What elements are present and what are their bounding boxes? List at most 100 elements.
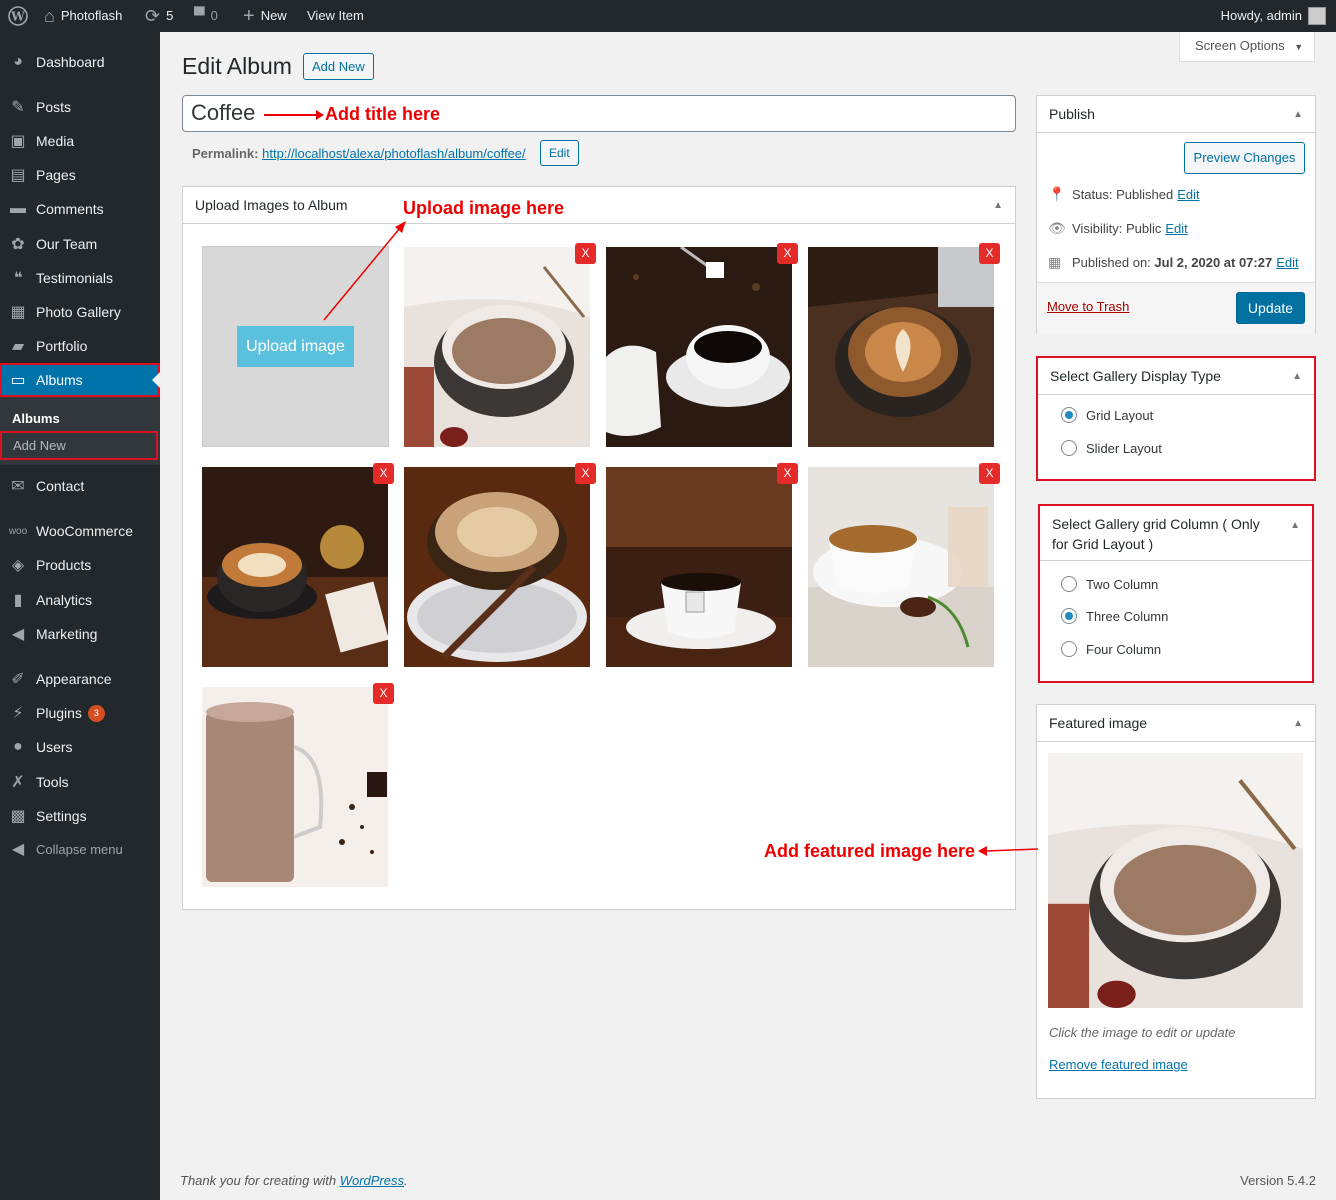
collapse-menu-button[interactable]: ◀ Collapse menu <box>0 832 160 866</box>
sidebar-item-albums[interactable]: ▭ Albums <box>0 363 160 397</box>
comments-link[interactable]: ▀ 0 <box>194 0 218 32</box>
remove-featured-image-link[interactable]: Remove featured image <box>1049 1057 1188 1072</box>
sidebar-item-analytics[interactable]: ▮ Analytics <box>0 583 160 617</box>
featured-image-header[interactable]: Featured image ▲ <box>1037 705 1315 742</box>
delete-image-3-button[interactable]: X <box>979 243 1000 264</box>
preview-changes-button[interactable]: Preview Changes <box>1184 142 1305 174</box>
updates-link[interactable]: ⟳ 5 <box>145 0 173 32</box>
radio-button[interactable] <box>1061 641 1077 657</box>
gallery-image-6[interactable] <box>606 467 792 667</box>
permalink-edit-button[interactable]: Edit <box>540 140 579 166</box>
gallery-image-2[interactable] <box>606 247 792 447</box>
collapse-toggle-icon[interactable]: ▲ <box>1293 109 1303 120</box>
wordpress-logo-icon[interactable]: W <box>8 0 28 32</box>
radio-grid-layout[interactable]: Grid Layout <box>1061 407 1153 423</box>
sidebar-item-settings[interactable]: ▩ Settings <box>0 799 160 833</box>
comment-bubble-icon: ▀ <box>194 7 205 24</box>
sidebar-item-posts[interactable]: ✎ Posts <box>0 90 160 124</box>
delete-image-6-button[interactable]: X <box>777 463 798 484</box>
caret-down-icon: ▼ <box>1294 42 1304 52</box>
radio-button[interactable] <box>1061 407 1077 423</box>
gallery-image-7[interactable] <box>808 467 994 667</box>
featured-annotation: Add featured image here <box>764 841 976 861</box>
album-icon: ▭ <box>10 372 26 389</box>
grid-column-header[interactable]: Select Gallery grid Column ( Only for Gr… <box>1040 506 1312 561</box>
upload-image-button[interactable]: Upload image <box>237 326 354 367</box>
delete-image-8-button[interactable]: X <box>373 683 394 704</box>
analytics-icon: ▮ <box>13 592 23 609</box>
wordpress-link[interactable]: WordPress <box>340 1173 404 1188</box>
permalink-url[interactable]: http://localhost/alexa/photoflash/album/… <box>262 146 526 161</box>
delete-image-4-button[interactable]: X <box>373 463 394 484</box>
new-content-link[interactable]: + New <box>243 0 287 32</box>
users-icon: ● <box>13 738 23 755</box>
collapse-toggle-icon[interactable]: ▲ <box>993 200 1003 211</box>
sidebar-item-users[interactable]: ● Users <box>0 730 160 764</box>
plugins-icon: ⚡ <box>12 705 24 722</box>
sidebar-item-media[interactable]: ▣ Media <box>0 124 160 158</box>
sidebar-item-tools[interactable]: ✗ Tools <box>0 765 160 799</box>
status-row: 📍 Status: Published Edit <box>1048 186 1200 202</box>
upload-images-header[interactable]: Upload Images to Album ▲ <box>183 187 1015 224</box>
site-name-link[interactable]: ⌂ Photoflash <box>44 0 122 32</box>
status-edit-link[interactable]: Edit <box>1177 187 1199 202</box>
update-button[interactable]: Update <box>1236 292 1305 324</box>
sidebar-item-our-team[interactable]: ✿ Our Team <box>0 227 160 261</box>
upload-annotation: Upload image here <box>403 198 565 218</box>
sidebar-item-photo-gallery[interactable]: ▦ Photo Gallery <box>0 295 160 329</box>
gallery-image-1[interactable] <box>404 247 590 447</box>
featured-image[interactable] <box>1048 753 1303 1008</box>
published-on-row: ▦ Published on: Jul 2, 2020 at 07:27 Edi… <box>1048 254 1299 270</box>
published-on-edit-link[interactable]: Edit <box>1276 255 1298 270</box>
submenu-albums-link[interactable]: Albums <box>12 411 60 426</box>
radio-button[interactable] <box>1061 576 1077 592</box>
radio-two-column[interactable]: Two Column <box>1061 576 1158 592</box>
gallery-image-5[interactable] <box>404 467 590 667</box>
screen-options-button[interactable]: Screen Options ▼ <box>1179 32 1315 62</box>
delete-image-1-button[interactable]: X <box>575 243 596 264</box>
albums-submenu: Albums Add New <box>0 397 160 465</box>
visibility-edit-link[interactable]: Edit <box>1165 221 1187 236</box>
featured-image-hint: Click the image to edit or update <box>1049 1025 1236 1040</box>
comment-icon: ▬ <box>10 200 26 217</box>
radio-three-column[interactable]: Three Column <box>1061 608 1168 624</box>
move-to-trash-link[interactable]: Move to Trash <box>1047 299 1129 314</box>
delete-image-5-button[interactable]: X <box>575 463 596 484</box>
publish-header[interactable]: Publish ▲ <box>1037 96 1315 133</box>
radio-button[interactable] <box>1061 440 1077 456</box>
gallery-image-8[interactable] <box>202 687 388 887</box>
sidebar-item-plugins[interactable]: ⚡ Plugins 3 <box>0 696 160 730</box>
woo-icon: woo <box>8 525 28 537</box>
delete-image-7-button[interactable]: X <box>979 463 1000 484</box>
radio-four-column[interactable]: Four Column <box>1061 641 1161 657</box>
sidebar-item-testimonials[interactable]: ❝ Testimonials <box>0 261 160 295</box>
gallery-image-3[interactable] <box>808 247 994 447</box>
marketing-icon: ◀ <box>11 626 25 643</box>
gallery-image-4[interactable] <box>202 467 388 667</box>
sidebar-item-marketing[interactable]: ◀ Marketing <box>0 617 160 651</box>
sidebar-item-appearance[interactable]: ✐ Appearance <box>0 662 160 696</box>
gallery-icon: ▦ <box>10 304 26 321</box>
submenu-add-new-link[interactable]: Add New <box>0 431 158 460</box>
sidebar-item-dashboard[interactable]: ◕ Dashboard <box>0 45 160 79</box>
collapse-toggle-icon[interactable]: ▲ <box>1290 520 1300 531</box>
sidebar-item-comments[interactable]: ▬ Comments <box>0 192 160 226</box>
title-annotation: Add title here <box>325 104 441 124</box>
sidebar-item-pages[interactable]: ▤ Pages <box>0 158 160 192</box>
collapse-toggle-icon[interactable]: ▲ <box>1292 371 1302 382</box>
footer-version: Version 5.4.2 <box>1240 1173 1316 1188</box>
team-icon: ✿ <box>11 236 25 253</box>
sidebar-item-contact[interactable]: ✉ Contact <box>0 469 160 503</box>
add-new-button[interactable]: Add New <box>303 53 374 80</box>
radio-slider-layout[interactable]: Slider Layout <box>1061 440 1162 456</box>
sidebar-item-portfolio[interactable]: ▰ Portfolio <box>0 329 160 363</box>
tools-icon: ✗ <box>11 774 25 791</box>
view-item-link[interactable]: View Item <box>307 0 364 32</box>
display-type-header[interactable]: Select Gallery Display Type ▲ <box>1038 358 1314 395</box>
sidebar-item-products[interactable]: ◈ Products <box>0 548 160 582</box>
radio-button[interactable] <box>1061 608 1077 624</box>
my-account-link[interactable]: Howdy, admin <box>1221 0 1326 32</box>
collapse-toggle-icon[interactable]: ▲ <box>1293 718 1303 729</box>
delete-image-2-button[interactable]: X <box>777 243 798 264</box>
sidebar-item-woocommerce[interactable]: woo WooCommerce <box>0 514 160 548</box>
